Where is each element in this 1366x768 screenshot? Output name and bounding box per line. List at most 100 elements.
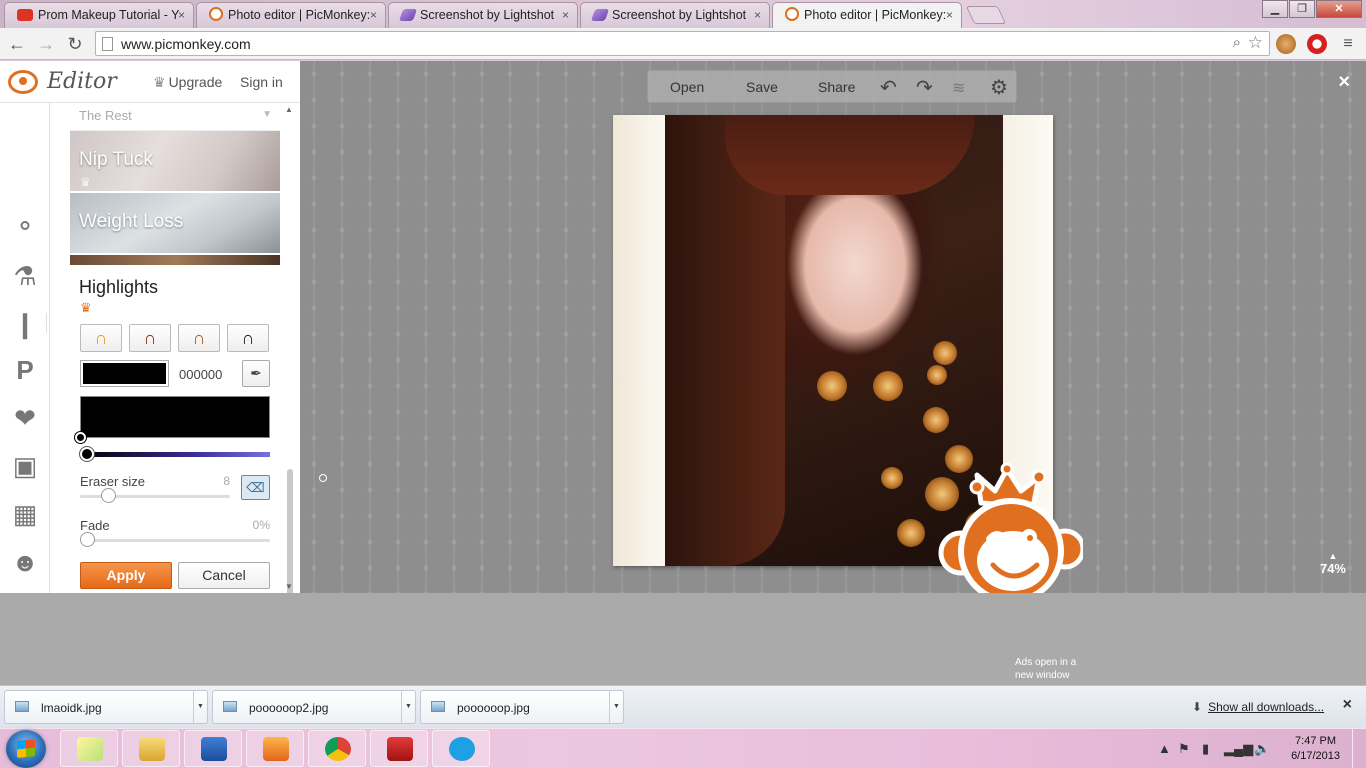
tab-title: Photo editor | PicMonkey: [228,8,371,22]
tool-nip-tuck[interactable]: Nip Tuck ♛ [70,131,280,191]
hue-knob[interactable] [80,447,94,461]
tab-picmonkey-1[interactable]: Photo editor | PicMonkey: × [196,2,386,28]
forward-icon[interactable]: → [34,32,58,56]
sticky-notes-app[interactable] [60,730,118,767]
frames-icon[interactable]: ▣ [8,449,42,483]
tab-title: Photo editor | PicMonkey: [804,8,947,22]
adblock-extension-icon[interactable] [1307,34,1327,54]
minimize-button[interactable]: ▁ [1262,0,1288,18]
close-window-button[interactable]: ✕ [1316,0,1362,18]
hex-value[interactable]: 000000 [179,367,222,382]
download-item[interactable]: lmaoidk.jpg ▼ [4,690,208,724]
cookie-extension-icon[interactable] [1276,34,1296,54]
editor-logo-text[interactable]: Editor [47,69,117,94]
overlays-icon[interactable]: ❤ [8,401,42,435]
settings-gear-icon[interactable]: ⚙ [990,75,1008,100]
start-button[interactable] [6,730,46,768]
scroll-up-icon[interactable]: ▲ [285,105,293,114]
back-icon[interactable]: ← [5,32,29,56]
ads-note: Ads open in a new window [1015,657,1077,681]
close-icon[interactable]: × [1338,71,1350,94]
skype-app[interactable] [432,730,490,767]
download-item[interactable]: poooooop2.jpg ▼ [212,690,416,724]
saturation-picker[interactable] [75,396,270,443]
preset-blonde[interactable]: ∩ [80,324,122,352]
scroll-down-icon[interactable]: ▼ [285,582,293,591]
show-all-downloads-link[interactable]: ⬇ Show all downloads... [1192,700,1324,714]
cancel-button[interactable]: Cancel [178,562,270,589]
browser-toolbar: ← → ↻ www.picmonkey.com ⌕ ☆ ≡ [0,28,1366,60]
scroll-thumb[interactable] [287,469,293,599]
battery-icon[interactable]: ▮ [1202,741,1209,757]
color-swatch[interactable] [80,360,169,387]
new-tab-button[interactable] [965,6,1007,24]
tab-picmonkey-active[interactable]: Photo editor | PicMonkey: × [772,2,962,30]
url-text[interactable]: www.picmonkey.com [121,36,251,52]
zoom-up-icon[interactable]: ▲ [1320,551,1346,561]
preset-auburn[interactable]: ∩ [129,324,171,352]
fade-track[interactable] [80,539,270,542]
close-icon[interactable]: × [1343,696,1352,714]
close-tab-icon[interactable]: × [178,3,185,27]
upgrade-link[interactable]: ♛ Upgrade [153,74,222,91]
text-icon[interactable]: P [8,353,42,387]
preset-brown[interactable]: ∩ [178,324,220,352]
textures-icon[interactable]: ▦ [8,497,42,531]
show-desktop-button[interactable] [1352,729,1366,768]
themes-icon[interactable]: ☻ [8,545,42,579]
eraser-icon[interactable]: ⌫ [241,475,270,500]
bookmark-star-icon[interactable]: ☆ [1248,33,1263,53]
close-tab-icon[interactable]: × [370,3,377,27]
close-tab-icon[interactable]: × [754,3,761,27]
close-tab-icon[interactable]: × [946,3,953,27]
tool-label: Weight Loss [79,211,184,232]
close-tab-icon[interactable]: × [562,3,569,27]
volume-icon[interactable]: 🔈 [1254,741,1270,757]
eraser-size-knob[interactable] [101,488,116,503]
eyedropper-icon[interactable]: ✒ [242,360,270,387]
touch-up-icon[interactable]: ❙ [8,307,42,341]
media-player-app[interactable] [246,730,304,767]
redo-icon[interactable]: ↷ [916,75,933,100]
word-app[interactable] [184,730,242,767]
share-button[interactable]: Share [818,79,855,95]
editor-sidebar: Editor ♛ Upgrade Sign in ⚬ ⚗ ❙ P ❤ ▣ ▦ ☻ … [0,61,300,599]
menu-icon[interactable]: ≡ [1336,32,1360,56]
download-item[interactable]: poooooop.jpg ▼ [420,690,624,724]
section-the-rest[interactable]: The Rest ▼ [70,103,280,131]
tab-lightshot-2[interactable]: Screenshot by Lightshot × [580,2,770,28]
tab-lightshot-1[interactable]: Screenshot by Lightshot × [388,2,578,28]
tool-highlights-thumb[interactable] [70,255,280,265]
network-signal-icon[interactable]: ▂▄▆ [1224,741,1253,757]
chevron-down-icon[interactable]: ▼ [609,691,623,723]
chrome-app[interactable] [308,730,366,767]
preset-black[interactable]: ∩ [227,324,269,352]
signin-link[interactable]: Sign in [240,74,283,90]
address-bar[interactable]: www.picmonkey.com ⌕ ☆ [95,31,1270,56]
basic-edits-icon[interactable]: ⚬ [8,209,42,243]
picmonkey-logo-icon[interactable] [8,70,38,94]
save-button[interactable]: Save [746,79,778,95]
open-button[interactable]: Open [670,79,704,95]
action-center-flag-icon[interactable]: ⚑ [1178,741,1190,757]
file-explorer-app[interactable] [122,730,180,767]
effects-icon[interactable]: ⚗ [8,259,42,293]
clock[interactable]: 7:47 PM 6/17/2013 [1291,734,1340,764]
panel-scrollbar[interactable]: ▲ ▼ [284,103,296,599]
undo-icon[interactable]: ↶ [880,75,897,100]
fade-knob[interactable] [80,532,95,547]
mcafee-app[interactable] [370,730,428,767]
show-hidden-icons-icon[interactable]: ▲ [1158,741,1171,756]
hue-slider[interactable] [80,447,270,461]
maximize-button[interactable]: ❐ [1289,0,1315,18]
search-icon[interactable]: ⌕ [1233,34,1241,51]
saturation-handle[interactable] [75,432,86,443]
tab-prom-makeup[interactable]: Prom Makeup Tutorial - Y × [4,2,194,28]
tool-weight-loss[interactable]: Weight Loss [70,193,280,253]
chevron-down-icon[interactable]: ▼ [401,691,415,723]
reload-icon[interactable]: ↻ [63,32,87,56]
apply-button[interactable]: Apply [80,562,172,589]
chevron-down-icon[interactable]: ▼ [193,691,207,723]
layers-icon[interactable]: ≋ [952,78,965,98]
zoom-control[interactable]: ▲ 74% [1320,551,1346,576]
